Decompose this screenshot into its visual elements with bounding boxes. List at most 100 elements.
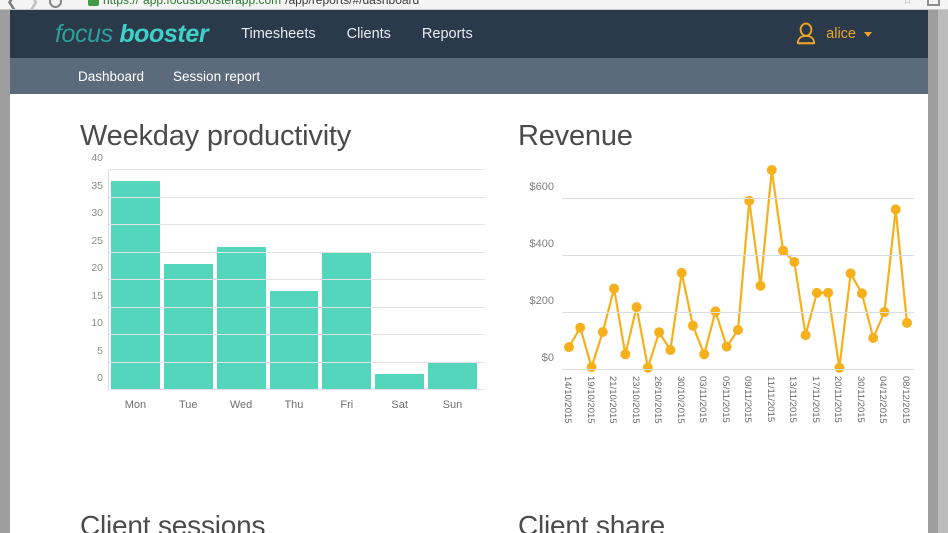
revenue-x-tick: 05/11/2015 — [719, 376, 731, 423]
page-title-revenue: Revenue — [518, 120, 633, 152]
user-name-label: alice — [826, 26, 856, 42]
revenue-line-path — [568, 168, 909, 369]
line-chart-gridline: $0 — [542, 352, 914, 370]
app-logo[interactable]: focus booster — [55, 19, 209, 49]
bar-chart-bar-group[interactable]: Sat — [375, 170, 425, 411]
revenue-x-tick: 11/11/2015 — [764, 376, 776, 423]
panel-client-sessions: Client sessions Client 1 — [80, 510, 498, 533]
charts-row-bottom: Client sessions Client 1 Client share 68… — [10, 490, 928, 533]
revenue-data-point[interactable] — [687, 320, 698, 331]
user-menu[interactable]: alice — [793, 21, 872, 47]
revenue-data-point[interactable] — [823, 287, 834, 298]
subnav-item-session-report[interactable]: Session report — [173, 69, 260, 84]
revenue-x-tick: 20/11/2015 — [832, 376, 844, 423]
bar-chart-x-label: Sun — [442, 399, 463, 411]
page-title-client-sessions: Client sessions — [80, 510, 266, 533]
bar-chart-gridline: 40 — [91, 152, 485, 170]
window-scrollbar-gutter[interactable] — [938, 10, 948, 533]
bar-chart-gridline: 15 — [91, 290, 485, 308]
menu-icon[interactable] — [927, 0, 940, 6]
revenue-data-point[interactable] — [721, 341, 732, 352]
bar-chart-x-label: Thu — [284, 399, 304, 411]
bar-chart-bar[interactable] — [322, 252, 372, 390]
revenue-data-point[interactable] — [811, 287, 822, 298]
bar-chart-y-tick: 10 — [91, 317, 103, 329]
revenue-data-point[interactable] — [733, 325, 743, 335]
revenue-x-tick: 19/10/2015 — [584, 376, 596, 424]
bar-chart-y-tick: 15 — [91, 289, 103, 302]
reload-icon[interactable] — [49, 0, 63, 8]
bar-chart-y-tick: 30 — [91, 207, 103, 219]
bar-chart-gridline: 10 — [91, 317, 485, 335]
page-title-weekday: Weekday productivity — [80, 120, 352, 152]
revenue-data-point[interactable] — [755, 280, 766, 291]
line-chart-y-tick: $200 — [529, 294, 554, 307]
bar-chart-gridline: 5 — [97, 345, 485, 363]
panel-weekday-productivity: Weekday productivity Mon Tue Wed Thu Fri Sat S… — [80, 120, 498, 490]
revenue-data-point[interactable] — [766, 165, 777, 175]
page-title-client-share: Client share — [518, 510, 666, 533]
revenue-data-point[interactable] — [699, 349, 710, 360]
bar-chart-y-tick: 40 — [91, 152, 103, 164]
nav-item-clients[interactable]: Clients — [347, 26, 391, 42]
revenue-data-point[interactable] — [868, 333, 879, 343]
primary-navbar: focus booster Timesheets Clients Reports… — [10, 10, 928, 58]
nav-item-timesheets[interactable]: Timesheets — [241, 26, 315, 42]
bar-chart-bar-group[interactable]: Mon — [111, 170, 160, 411]
bar-chart-bar[interactable] — [163, 263, 213, 390]
revenue-data-point[interactable] — [789, 257, 800, 267]
revenue-x-tick: 08/12/2015 — [900, 376, 911, 424]
revenue-data-point[interactable] — [586, 362, 597, 373]
bar-chart-gridline: 0 — [97, 372, 485, 390]
bar-chart-bar-group[interactable]: Fri — [322, 170, 372, 411]
bar-chart-x-label: Mon — [124, 399, 147, 411]
panel-revenue: Revenue $0 $200 $400 $600 14/10/2015 19/10/2… — [518, 120, 928, 490]
revenue-x-tick: 14/10/2015 — [562, 376, 573, 424]
revenue-data-point[interactable] — [902, 317, 912, 328]
revenue-data-point[interactable] — [631, 302, 642, 313]
revenue-data-point[interactable] — [665, 345, 676, 355]
bar-chart-gridline: 20 — [91, 262, 485, 280]
revenue-data-point[interactable] — [856, 288, 867, 299]
revenue-x-tick: 13/11/2015 — [787, 376, 799, 423]
bar-chart-bar-group[interactable]: Wed — [216, 170, 266, 411]
bookmark-icon[interactable]: ☆ — [902, 0, 913, 7]
address-bar[interactable]: https:// app.focusboosterapp.com /app/re… — [88, 0, 419, 7]
bar-chart-x-label: Wed — [229, 399, 253, 411]
revenue-data-point[interactable] — [654, 327, 665, 338]
bar-chart-y-tick: 20 — [91, 262, 103, 274]
nav-item-reports[interactable]: Reports — [422, 26, 473, 42]
bar-chart-gridline: 30 — [91, 207, 485, 225]
revenue-data-point[interactable] — [609, 283, 620, 294]
weekday-productivity-chart: Mon Tue Wed Thu Fri Sat Sun 0 5 10 15 20 25 30 35 40 — [80, 152, 485, 420]
bar-chart-bar-group[interactable]: Sun — [428, 170, 477, 411]
bar-chart-bar[interactable] — [375, 373, 425, 390]
revenue-x-tick: 30/10/2015 — [674, 376, 686, 424]
panel-client-share: Client share 68 Client 1 — [518, 510, 928, 533]
revenue-data-point[interactable] — [800, 330, 811, 341]
bar-chart-bar[interactable] — [111, 181, 160, 390]
revenue-data-point[interactable] — [890, 204, 901, 215]
revenue-data-point[interactable] — [575, 322, 586, 333]
revenue-line-series — [564, 165, 912, 373]
browser-toolbar-right: ☆ — [902, 0, 940, 7]
revenue-data-point[interactable] — [564, 342, 574, 353]
revenue-x-tick: 03/11/2015 — [697, 376, 709, 423]
revenue-data-point[interactable] — [676, 267, 687, 278]
bar-chart-bar-group[interactable]: Thu — [269, 170, 319, 411]
chevron-down-icon — [864, 31, 872, 37]
user-avatar-icon — [797, 22, 816, 45]
revenue-data-point[interactable] — [597, 327, 608, 337]
forward-arrow-icon[interactable]: ❯ — [28, 0, 40, 8]
browser-chrome: ❮ ❯ https:// app.focusboosterapp.com /ap… — [0, 0, 948, 10]
bar-chart-bar[interactable] — [428, 362, 477, 390]
logo-booster-text: booster — [119, 19, 209, 48]
revenue-data-point[interactable] — [620, 349, 631, 360]
line-chart-y-tick: $0 — [541, 352, 554, 364]
line-chart-gridline: $400 — [530, 238, 914, 256]
revenue-data-point[interactable] — [845, 268, 856, 279]
bar-chart-bar[interactable] — [216, 247, 266, 390]
subnav-item-dashboard[interactable]: Dashboard — [78, 69, 144, 84]
bar-chart-bar-group[interactable]: Tue — [163, 170, 213, 411]
back-arrow-icon[interactable]: ❮ — [6, 0, 18, 8]
